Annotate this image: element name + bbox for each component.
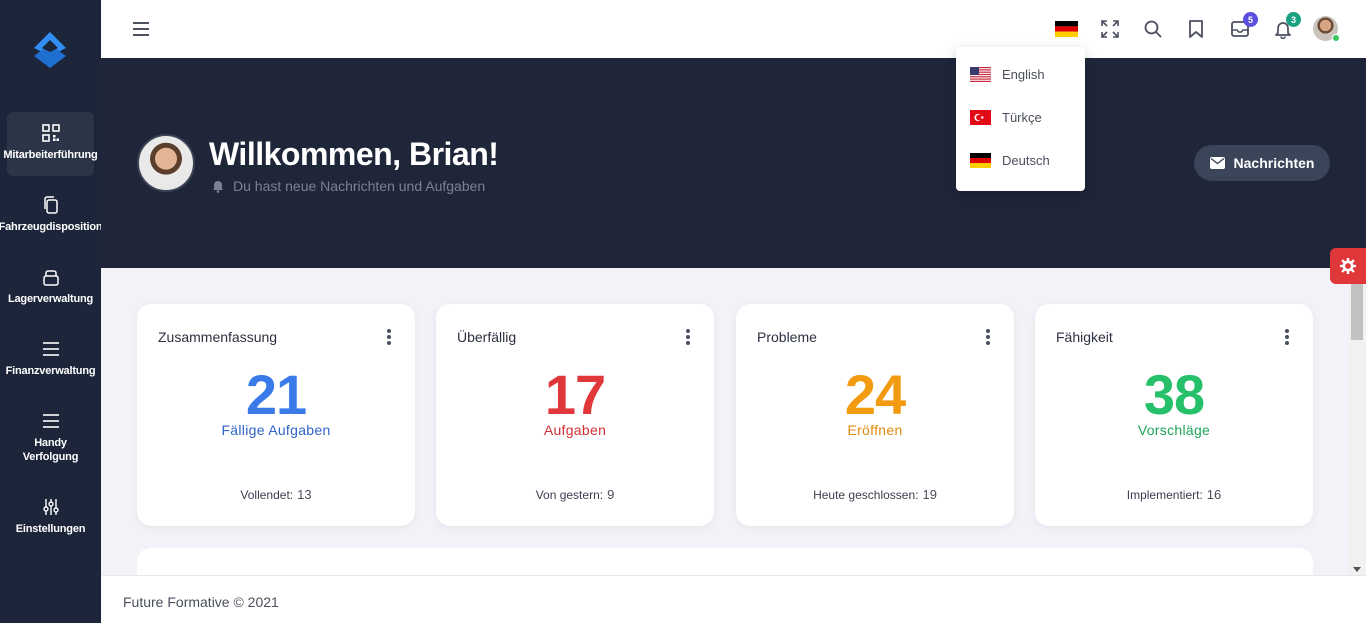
card-footer-value: 19 [922, 487, 937, 502]
profile-avatar [137, 134, 195, 192]
stat-card-overdue: Überfällig 17 Aufgaben Von gestern: 9 [436, 304, 714, 526]
sidebar-item-fahrzeugdisposition[interactable]: Fahrzeugdisposition [0, 196, 103, 234]
messages-button[interactable]: Nachrichten [1194, 145, 1330, 181]
fullscreen-icon [1101, 20, 1119, 38]
card-footer-label: Vollendet: [240, 488, 294, 502]
card-label: Vorschläge [1137, 422, 1211, 438]
language-button[interactable] [1054, 17, 1078, 41]
card-footer-value: 9 [607, 487, 615, 502]
card-footer: Vollendet: 13 [137, 487, 415, 502]
bookmark-button[interactable] [1184, 17, 1208, 41]
language-option-turkish[interactable]: Türkçe [970, 110, 1042, 125]
search-button[interactable] [1141, 17, 1165, 41]
card-label: Aufgaben [543, 422, 607, 438]
card-value: 17 [544, 363, 606, 426]
mail-badge: 5 [1243, 12, 1258, 27]
hamburger-icon[interactable] [131, 19, 151, 39]
notifications-button[interactable]: 3 [1271, 12, 1301, 41]
app-logo-icon[interactable] [30, 30, 70, 70]
card-value: 21 [245, 363, 307, 426]
language-label: English [1002, 67, 1045, 82]
stat-card-summary: Zusammenfassung 21 Fällige Aufgaben Voll… [137, 304, 415, 526]
messages-button-label: Nachrichten [1233, 155, 1315, 171]
more-options-icon[interactable] [986, 329, 990, 345]
sidebar-item-einstellungen[interactable]: Einstellungen [7, 498, 94, 536]
sidebar-item-label: Lagerverwaltung [7, 293, 94, 305]
welcome-subtitle: Du hast neue Nachrichten und Aufgaben [211, 178, 485, 194]
sliders-icon [42, 499, 59, 515]
sidebar-item-label: Fahrzeugdisposition [0, 221, 103, 233]
scroll-down-arrow[interactable] [1353, 567, 1361, 572]
card-footer-label: Implementiert: [1126, 488, 1203, 502]
german-flag-icon [1054, 21, 1078, 37]
sidebar-item-lagerverwaltung[interactable]: Lagerverwaltung [7, 268, 94, 306]
card-footer-label: Von gestern: [535, 488, 604, 502]
more-options-icon[interactable] [686, 329, 690, 345]
card-footer: Heute geschlossen: 19 [736, 487, 1014, 502]
welcome-subtitle-text: Du hast neue Nachrichten und Aufgaben [233, 178, 486, 194]
fullscreen-button[interactable] [1098, 17, 1122, 41]
notification-badge: 3 [1286, 12, 1301, 27]
card-footer-value: 16 [1206, 487, 1222, 502]
gear-icon [1340, 258, 1356, 274]
card-value: 24 [844, 363, 906, 426]
topbar: 5 3 [101, 0, 1366, 58]
sidebar-item-label: Mitarbeiterführung [3, 149, 98, 161]
stat-card-issues: Probleme 24 Eröffnen Heute geschlossen: 1… [736, 304, 1014, 526]
settings-button[interactable] [1330, 248, 1366, 284]
card-footer: Von gestern: 9 [436, 487, 714, 502]
language-label: Türkçe [1002, 110, 1042, 125]
welcome-banner: Willkommen, Brian! Du hast neue Nachrich… [101, 58, 1366, 268]
card-footer-label: Heute geschlossen: [813, 488, 919, 502]
card-title: Probleme [757, 329, 817, 345]
menu-icon [42, 414, 59, 428]
footer-copyright: Future Formative © 2021 [123, 594, 279, 610]
sidebar-item-finanzverwaltung[interactable]: Finanzverwaltung [5, 340, 96, 378]
card-label: Eröffnen [847, 422, 903, 438]
menu-icon [42, 342, 59, 356]
card-title: Fähigkeit [1056, 329, 1113, 345]
us-flag-icon [970, 67, 991, 82]
german-flag-icon [970, 153, 991, 168]
copy-icon [43, 196, 58, 214]
sidebar-item-label: Handy Verfolgung [22, 437, 79, 463]
bell-icon [213, 181, 223, 193]
sidebar-item-handy-verfolgung[interactable]: Handy Verfolgung [7, 412, 94, 464]
card-title: Überfällig [457, 329, 517, 345]
sidebar: Mitarbeiterführung Fahrzeugdisposition L… [0, 0, 103, 623]
sidebar-item-label: Einstellungen [15, 523, 86, 535]
mail-button[interactable]: 5 [1228, 12, 1258, 41]
welcome-title: Willkommen, Brian! [209, 136, 499, 172]
language-dropdown: English Türkçe Deutsch [956, 47, 1085, 191]
card-title: Zusammenfassung [158, 329, 278, 345]
card-footer: Implementiert: 16 [1035, 487, 1313, 502]
turkey-flag-icon [970, 110, 991, 125]
more-options-icon[interactable] [1285, 329, 1289, 345]
sidebar-item-mitarbeiterfuehrung[interactable]: Mitarbeiterführung [3, 112, 98, 176]
more-options-icon[interactable] [387, 329, 391, 345]
search-icon [1144, 20, 1162, 38]
scrollbar-thumb[interactable] [1351, 284, 1363, 340]
online-status-indicator [1332, 34, 1340, 42]
box-icon [42, 270, 59, 286]
stat-card-capability: Fähigkeit 38 Vorschläge Implementiert: 16 [1035, 304, 1313, 526]
card-value: 38 [1143, 363, 1205, 426]
language-option-german[interactable]: Deutsch [970, 153, 1050, 168]
qr-code-icon [41, 124, 60, 142]
language-option-english[interactable]: English [970, 67, 1045, 82]
bookmark-icon [1189, 20, 1203, 38]
language-label: Deutsch [1002, 153, 1050, 168]
envelope-icon [1209, 157, 1225, 169]
vertical-scrollbar[interactable] [1349, 284, 1366, 575]
sidebar-item-label: Finanzverwaltung [5, 365, 96, 377]
footer: Future Formative © 2021 [101, 575, 1366, 623]
card-label: Fällige Aufgaben [221, 422, 331, 438]
avatar[interactable] [1313, 16, 1340, 42]
card-footer-value: 13 [297, 487, 312, 502]
